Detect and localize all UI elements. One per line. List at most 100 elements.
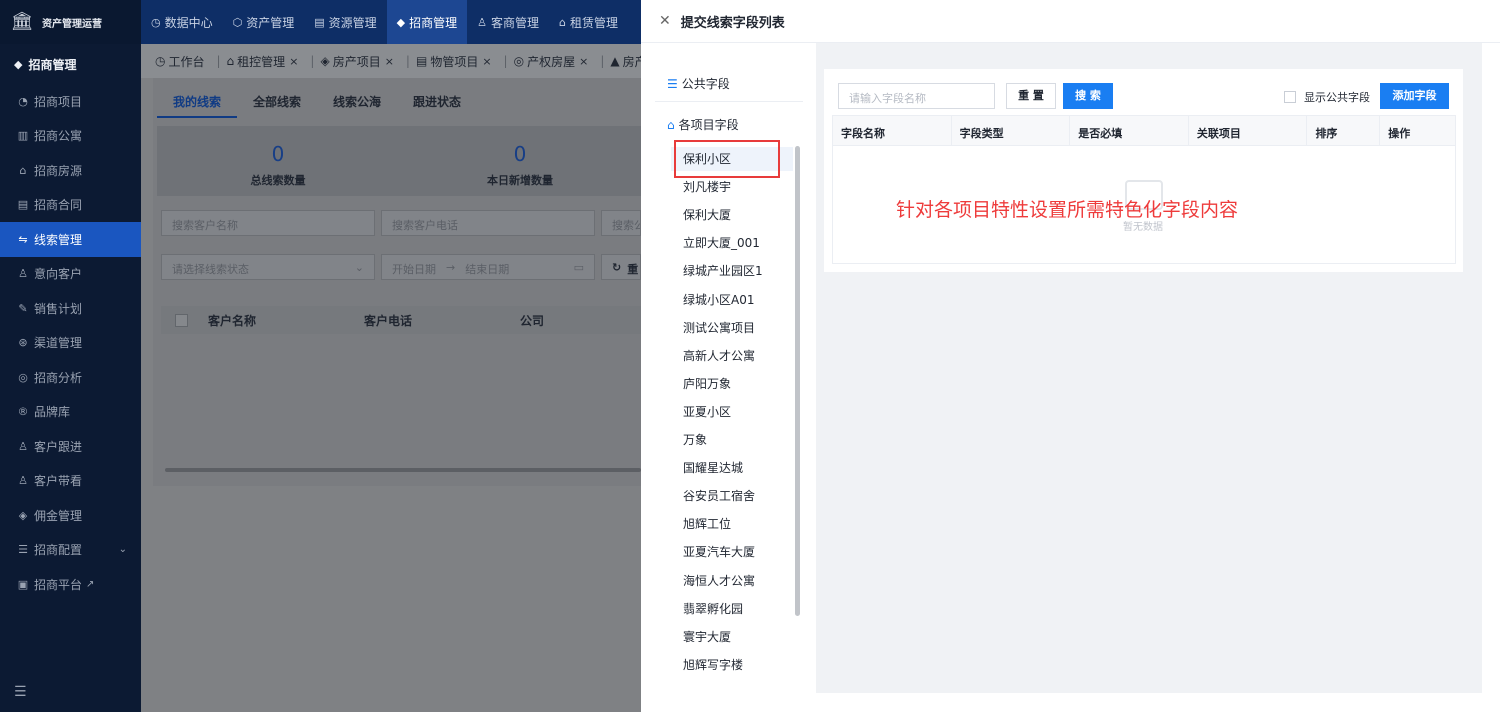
page-tab[interactable]: | ⌂ 租控管理 × (211, 53, 305, 70)
main-content: 我的线索 全部线索 线索公海 跟进状态 0 总线索数量 0 本日新增数量 搜索客户名称… (141, 78, 641, 712)
topnav-item[interactable]: ⬡ 资产管理 (223, 0, 305, 44)
tab-separator: | (600, 54, 605, 68)
sidebar-item[interactable]: ♙ 客户跟进 (0, 429, 141, 464)
project-tree-item[interactable]: 谷安员工宿舍 (671, 484, 793, 508)
sidebar-item-label: 招商项目 (34, 94, 83, 109)
show-public-fields-toggle[interactable]: 显示公共字段 (1284, 89, 1370, 105)
page-tab[interactable]: |▲房产资料 (594, 53, 641, 70)
project-tree-item[interactable]: 旭辉写字楼 (671, 653, 793, 677)
tag-icon: ◆ (14, 57, 23, 71)
sidebar-item[interactable]: ☰ 招商配置 ⌄ (0, 533, 141, 568)
tree-public-fields[interactable]: ☰ 公共字段 (667, 75, 730, 92)
customer-name-search[interactable]: 搜索客户名称 (161, 210, 375, 236)
topnav-item[interactable]: ◆ 招商管理 (386, 0, 468, 44)
close-tab-icon[interactable]: × (579, 55, 588, 68)
field-column-header: 字段类型 (952, 116, 1071, 145)
project-tree-item[interactable]: 庐阳万象 (671, 372, 793, 396)
project-tree-item[interactable]: 亚夏汽车大厦 (671, 540, 793, 564)
sidebar-item[interactable]: ◔ 招商项目 (0, 84, 141, 119)
app-logo[interactable]: 🏛 资产管理运营 (0, 0, 141, 44)
tree-scrollbar[interactable] (795, 146, 800, 616)
horizontal-scrollbar[interactable] (165, 468, 641, 472)
drawer-header: ✕ 提交线索字段列表 (641, 0, 1500, 43)
project-tree-item[interactable]: 高新人才公寓 (671, 344, 793, 368)
select-all-checkbox[interactable] (175, 313, 188, 327)
home-icon: ⌂ (667, 117, 675, 132)
project-tree-item[interactable]: 刘凡楼宇 (671, 175, 793, 199)
app-title: 资产管理运营 (42, 18, 102, 30)
stat-total: 0 总线索数量 (157, 126, 399, 196)
sidebar-item-label: 招商公寓 (34, 129, 83, 144)
field-name-search-input[interactable]: 请输入字段名称 (838, 83, 995, 109)
topnav-item[interactable]: ♙ 客商管理 (467, 0, 549, 44)
tab-icon: ▲ (610, 54, 620, 68)
sidebar-item[interactable]: ✎ 销售计划 (0, 291, 141, 326)
tab-separator: | (310, 54, 315, 68)
sidebar-item[interactable]: ▤ 招商合同 (0, 188, 141, 223)
lead-subtab[interactable]: 我的线索 (157, 78, 238, 118)
add-field-button[interactable]: 添加字段 (1380, 83, 1449, 109)
lead-card: 我的线索 全部线索 线索公海 跟进状态 0 总线索数量 0 本日新增数量 搜索客户名称… (153, 78, 641, 486)
page-tab[interactable]: | ▤ 物管项目 × (400, 53, 498, 70)
search-button[interactable]: 搜 索 (1063, 83, 1113, 109)
project-tree-item[interactable]: 立即大厦_001 (671, 231, 793, 255)
top-navigation: ◷ 数据中心 ⬡ 资产管理 ▤ 资源管理 ◆ 招商管理 ♙ 客商管理 ⌂ 租赁管理 (141, 0, 641, 44)
sidebar-item[interactable]: ◈ 佣金管理 (0, 498, 141, 533)
sidebar-item[interactable]: ◎ 招商分析 (0, 360, 141, 395)
stat-value: 0 (513, 142, 527, 166)
sidebar-item[interactable]: ⊛ 渠道管理 (0, 326, 141, 361)
lead-subtab[interactable]: 跟进状态 (397, 78, 477, 118)
lead-subtab[interactable]: 全部线索 (237, 78, 317, 118)
project-tree-item[interactable]: 寰宇大厦 (671, 625, 793, 649)
project-tree-item[interactable]: 国耀星达城 (671, 456, 793, 480)
tab-separator: | (405, 54, 410, 68)
project-tree-item[interactable]: 测试公寓项目 (671, 316, 793, 340)
page-tab[interactable]: | ◈ 房产项目 × (304, 53, 400, 70)
lead-status-select[interactable]: 请选择线索状态 ⌄ (161, 254, 375, 280)
sidebar-item-label: 招商平台 (34, 577, 83, 592)
topnav-item[interactable]: ◷ 数据中心 (141, 0, 223, 44)
reset-button[interactable]: ↻ 重 (601, 254, 641, 280)
sidebar-item[interactable]: ♙ 意向客户 (0, 257, 141, 292)
sidebar-item[interactable]: ® 品牌库 (0, 395, 141, 430)
close-tab-icon[interactable]: × (482, 55, 491, 68)
sidebar-item[interactable]: ⇋ 线索管理 (0, 222, 141, 257)
project-tree-item[interactable]: 绿城小区A01 (671, 288, 793, 312)
sidebar-item-label: 品牌库 (34, 405, 71, 420)
project-tree-item[interactable]: 保利大厦 (671, 203, 793, 227)
merchant-icon: ♙ (477, 15, 488, 29)
project-tree-item[interactable]: 翡翠孵化园 (671, 597, 793, 621)
sidebar-item[interactable]: ▥ 招商公寓 (0, 119, 141, 154)
close-tab-icon[interactable]: × (289, 55, 298, 68)
show-public-checkbox[interactable] (1284, 91, 1296, 103)
sidebar-item[interactable]: ▣ 招商平台 ↗ (0, 567, 141, 602)
project-icon: ◔ (18, 94, 28, 108)
project-tree-item[interactable]: 绿城产业园区1 (671, 259, 793, 283)
tab-icon: ◈ (320, 54, 330, 68)
close-tab-icon[interactable]: × (385, 55, 394, 68)
topnav-item[interactable]: ▤ 资源管理 (304, 0, 386, 44)
visit-icon: ♙ (18, 474, 28, 488)
collapse-menu-icon[interactable]: ☰ (14, 684, 27, 700)
page-tab[interactable]: | ◎ 产权房屋 × (498, 53, 595, 70)
page-tab[interactable]: ◷ 工作台 (155, 53, 211, 70)
project-tree-item[interactable]: 亚夏小区 (671, 400, 793, 424)
project-tree-item[interactable]: 海恒人才公寓 (671, 569, 793, 593)
calendar-icon: ▭ (573, 261, 584, 274)
sidebar-item-label: 客户跟进 (34, 439, 83, 454)
column-header: 公司 (520, 313, 545, 328)
customer-phone-search[interactable]: 搜索客户电话 (381, 210, 595, 236)
sidebar-item-label: 佣金管理 (34, 508, 83, 523)
project-tree-item[interactable]: 万象 (671, 428, 793, 452)
sidebar-item[interactable]: ⌂ 招商房源 (0, 153, 141, 188)
topnav-item[interactable]: ⌂ 租赁管理 (549, 0, 628, 44)
project-tree-item[interactable]: 旭辉工位 (671, 512, 793, 536)
date-range-picker[interactable]: 开始日期 → 结束日期 ▭ (381, 254, 595, 280)
tree-project-fields[interactable]: ⌂ 各项目字段 (667, 116, 739, 133)
sidebar-item[interactable]: ♙ 客户带看 (0, 464, 141, 499)
close-icon[interactable]: ✕ (659, 13, 671, 29)
sidebar-section-title[interactable]: ◆ 招商管理 (0, 44, 141, 84)
company-search[interactable]: 搜索公 (601, 210, 641, 236)
reset-button[interactable]: 重 置 (1006, 83, 1056, 109)
lead-subtab[interactable]: 线索公海 (317, 78, 397, 118)
